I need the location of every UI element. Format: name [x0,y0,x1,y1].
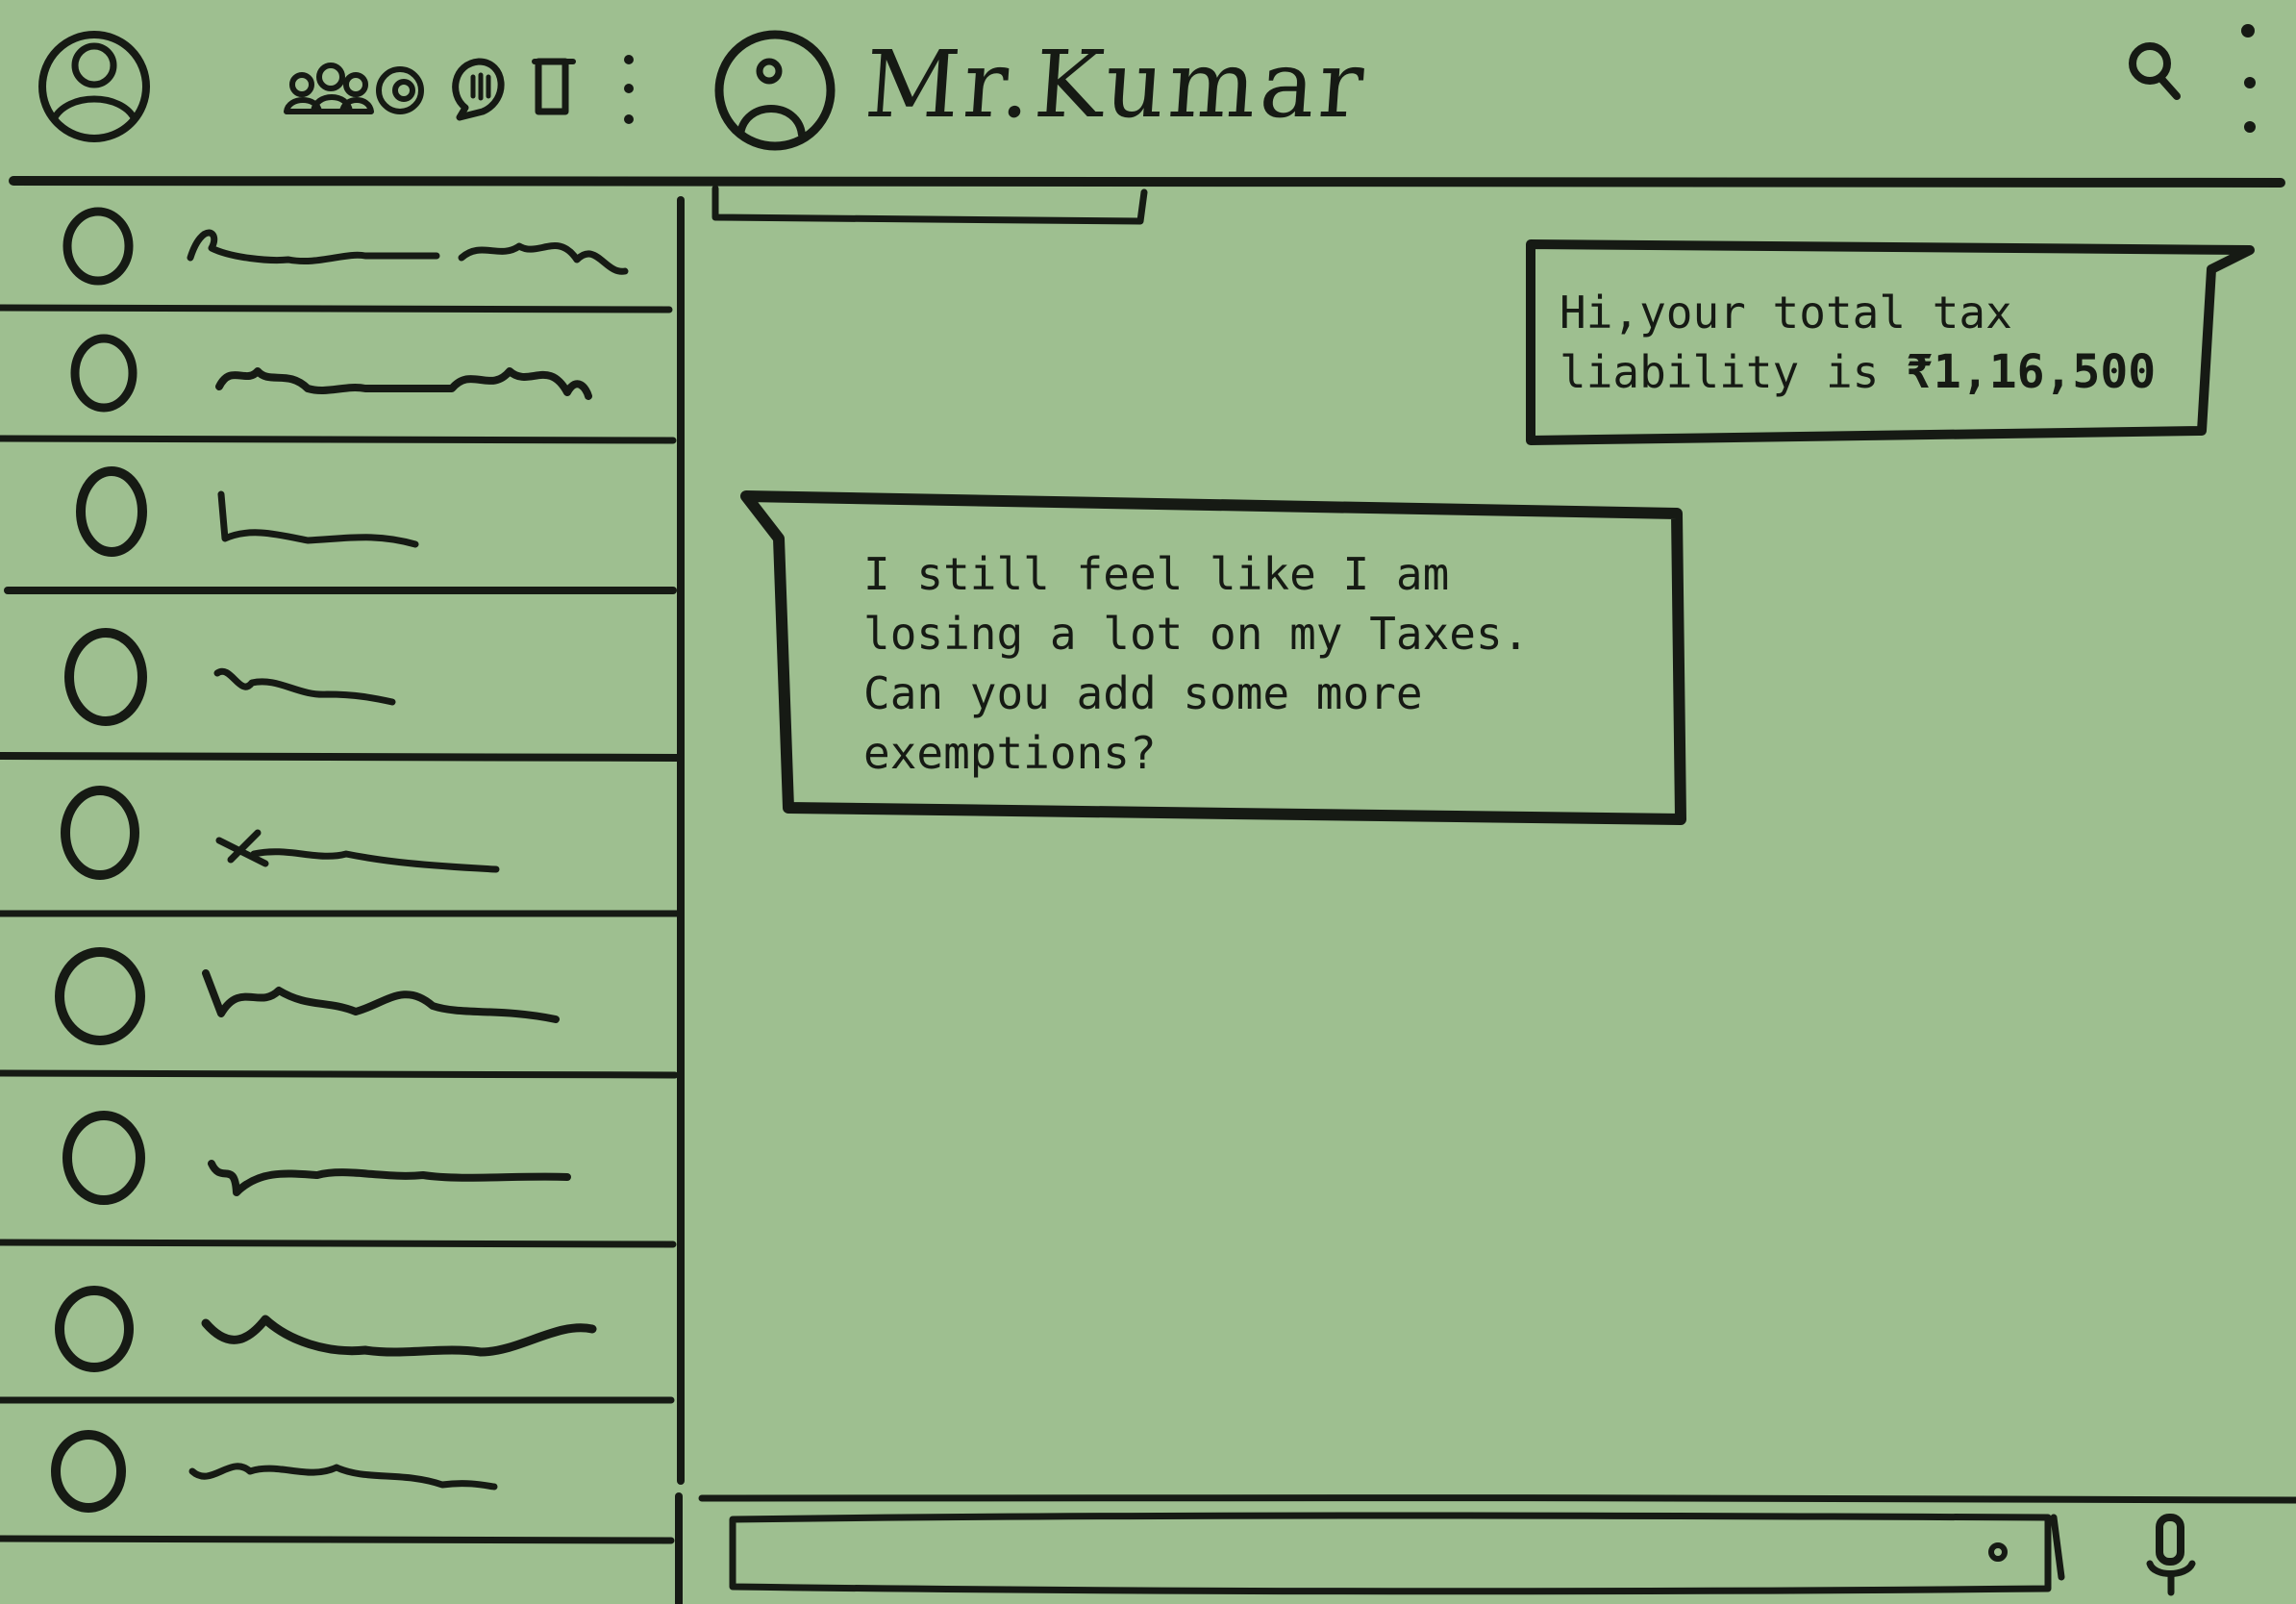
composer-divider [698,1493,2296,1504]
header-divider [9,176,2285,188]
new-chat-button[interactable] [527,54,583,121]
attach-button[interactable] [1979,1533,2017,1571]
chat-list-item[interactable] [0,1244,673,1400]
message-bubble-incoming: Hi,your total tax liability is ₹1,16,500 [1560,283,2194,402]
sidebar-menu-button[interactable] [611,48,646,131]
chat-list-item[interactable] [0,310,673,439]
chat-list-item[interactable] [0,915,673,1073]
chat-list-item[interactable] [0,592,673,756]
chat-list-item[interactable] [0,758,673,914]
message-input[interactable] [723,1514,2048,1589]
channels-button[interactable] [444,56,517,123]
chat-app-window: Mr.Kumar Hi,your total tax liability is … [0,0,2296,1604]
profile-button[interactable] [35,27,154,146]
chat-list-item[interactable] [0,1402,673,1539]
chat-list-item[interactable] [0,188,673,308]
message-text: I still feel like I am losing a lot on m… [863,548,1530,779]
voice-message-button[interactable] [2140,1510,2208,1598]
search-button[interactable] [2121,35,2190,104]
chat-list-item[interactable] [0,440,673,590]
chat-menu-button[interactable] [2229,17,2271,138]
chat-list-item[interactable] [0,1075,673,1242]
contact-avatar-button[interactable] [715,31,836,152]
status-button[interactable] [377,63,427,117]
message-bubble-outgoing: I still feel like I am losing a lot on m… [863,544,1652,783]
tax-amount: ₹1,16,500 [1906,345,2157,399]
contact-name[interactable]: Mr.Kumar [861,27,1371,142]
communities-button[interactable] [279,58,375,119]
